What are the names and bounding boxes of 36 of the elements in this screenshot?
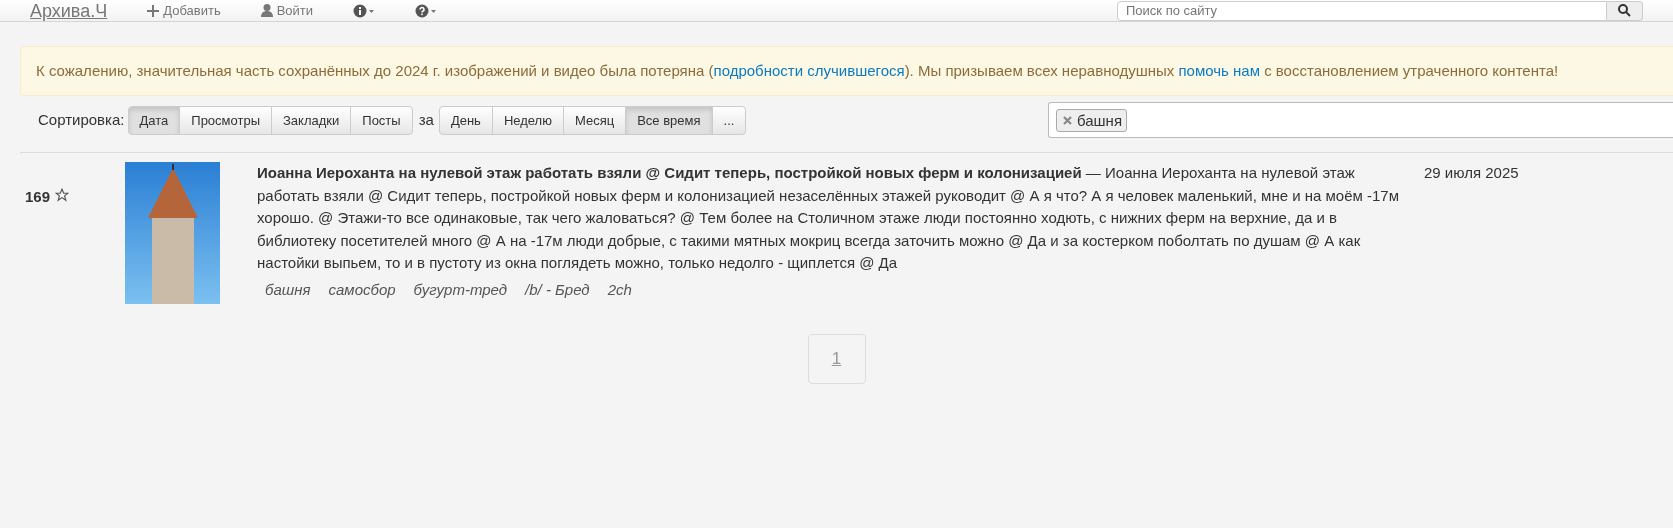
- tag-filter-field[interactable]: башня: [1048, 102, 1673, 138]
- search-icon: [1618, 4, 1631, 17]
- person-icon: [260, 4, 273, 17]
- plus-icon: [147, 4, 160, 17]
- tag-link[interactable]: бугурт-тред: [413, 278, 508, 301]
- sort-label: Сортировка:: [38, 109, 125, 130]
- post-text: Иоанна Иероханта на нулевой этаж работать взяли @ Сидит теперь, постройкой новых ферм и колонизацией — Иоанна Иероханта на нулевой этаж работать взяли @ Сидит теперь, постройкой новых ферм и колонизацией незаселённых этажей руководит @ А я что? А я человек маленький, мне и на моём -17м хорошо. @ Этажи-то все одинаковые, так чего жаловаться? @ Тем более на Столичном этаже люди постоянно ходють, с нижних ферм на верхние, да и в библиотеку посетителей много @ А на -17м люди добрые, с такими мятных мокриц всегда заточить можно @ Да и за костерком поболтать по душам @ А как настойки выпьем, то и в пустоту из окна поглядеть можно, только недолго - щиплется @ Да: [257, 163, 1400, 273]
- score-count: 169: [25, 187, 51, 207]
- tag-link[interactable]: самосбор: [328, 278, 396, 301]
- sort-option[interactable]: Неделю: [491, 105, 564, 135]
- search-field[interactable]: Поиск по сайту: [1117, 0, 1607, 21]
- nav-link[interactable]: Добавить: [147, 1, 221, 20]
- sort-option[interactable]: ...: [711, 105, 747, 135]
- star-icon[interactable]: [55, 188, 70, 202]
- period-label: за: [418, 109, 434, 130]
- sort-option[interactable]: Месяц: [562, 105, 627, 135]
- site-brand[interactable]: Архива.Ч: [30, 0, 108, 21]
- sort-option[interactable]: Закладки: [271, 105, 352, 135]
- notice-link[interactable]: помочь нам: [1178, 62, 1260, 79]
- tag-link[interactable]: башня: [265, 278, 311, 301]
- tag-chip: башня: [1056, 108, 1128, 132]
- search-button[interactable]: [1607, 0, 1643, 21]
- notice-link[interactable]: подробности случившегося: [713, 62, 905, 79]
- help-icon[interactable]: [415, 3, 438, 18]
- sort-option[interactable]: Дата: [127, 105, 181, 135]
- sort-option[interactable]: Все время: [625, 105, 713, 135]
- sort-option[interactable]: Посты: [350, 105, 413, 135]
- tag-link[interactable]: 2ch: [607, 278, 632, 301]
- remove-icon[interactable]: [1063, 115, 1072, 125]
- nav-link[interactable]: Войти: [260, 1, 314, 20]
- tag-link[interactable]: /b/ - Бред: [525, 278, 590, 301]
- notice-message: К сожалению, значительная часть сохранённых до 2024 г. изображений и видео была потеряна (подробности случившегося). Мы призываем всех неравнодушных помочь нам с восстановлением утраченного контента!: [20, 46, 1673, 96]
- post-date: 29 июля 2025: [1424, 163, 1519, 183]
- sort-option[interactable]: День: [438, 105, 493, 135]
- sort-option[interactable]: Просмотры: [179, 105, 272, 135]
- info-icon[interactable]: [353, 3, 376, 18]
